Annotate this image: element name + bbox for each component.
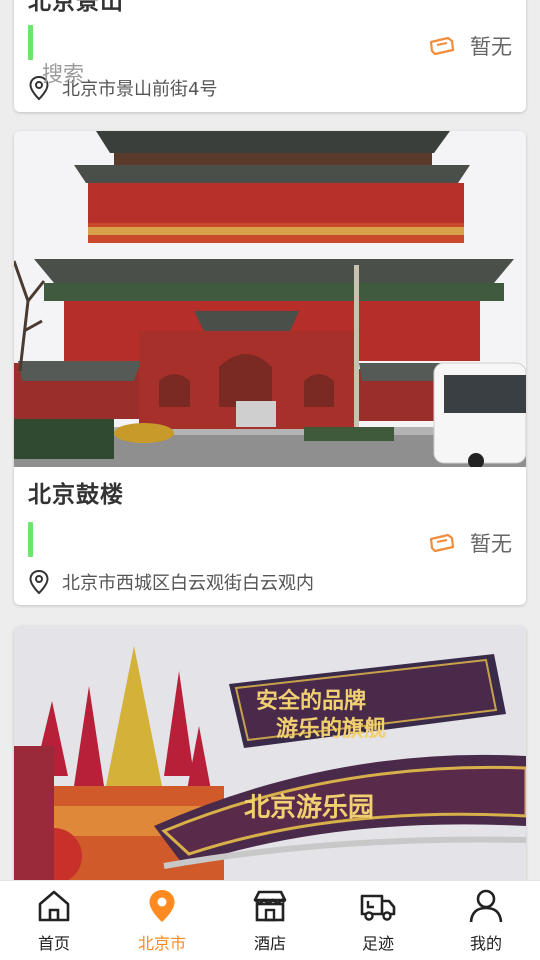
ticket-price: 暂无 <box>428 31 512 61</box>
nav-footprint[interactable]: 足迹 <box>324 881 432 960</box>
scenic-photo <box>14 131 526 467</box>
address-row: 北京市西城区白云观街白云观内 <box>28 569 314 595</box>
nav-city[interactable]: 北京市 <box>108 881 216 960</box>
nav-home[interactable]: 首页 <box>0 881 108 960</box>
scenic-card[interactable]: 北京鼓楼 暂无 北京市西城区白云观街白云观内 <box>14 131 526 605</box>
nav-label: 足迹 <box>361 934 394 953</box>
ticket-icon <box>429 36 455 56</box>
address-text: 北京市西城区白云观街白云观内 <box>62 573 314 594</box>
nav-mine[interactable]: 我的 <box>432 881 540 960</box>
store-icon <box>253 890 287 922</box>
ticket-price-value: 暂无 <box>470 532 512 556</box>
nav-label: 酒店 <box>253 934 286 953</box>
scenic-card[interactable]: 安全的品牌 游乐的旗舰 北京游乐园 <box>14 626 526 896</box>
scenic-title: 北京景山 <box>28 0 124 15</box>
ticket-icon <box>429 533 455 553</box>
nav-label: 我的 <box>469 934 502 953</box>
sign-line-2: 游乐的旗舰 <box>276 716 386 742</box>
user-icon <box>469 889 503 923</box>
scenic-photo: 安全的品牌 游乐的旗舰 北京游乐园 <box>14 626 526 896</box>
green-marker <box>28 522 33 557</box>
scenic-title: 北京鼓楼 <box>28 482 124 508</box>
nav-label: 北京市 <box>137 934 186 953</box>
sign-main: 北京游乐园 <box>244 792 374 823</box>
home-icon <box>38 890 70 922</box>
search-placeholder[interactable]: 搜索 <box>42 58 84 88</box>
address-text: 北京市景山前街4号 <box>62 79 218 100</box>
ticket-price: 暂无 <box>428 528 512 558</box>
nav-label: 首页 <box>37 934 70 953</box>
sign-line-1: 安全的品牌 <box>256 688 366 714</box>
location-icon <box>29 569 49 595</box>
ticket-price-value: 暂无 <box>470 35 512 59</box>
bottom-nav: 首页 北京市 酒店 足迹 我的 <box>0 880 540 960</box>
nav-hotel[interactable]: 酒店 <box>216 881 324 960</box>
green-marker <box>28 25 33 60</box>
location-pin-icon <box>149 890 175 922</box>
scenic-card[interactable]: 北京景山 暂无 北京市景山前街4号 <box>14 0 526 112</box>
truck-icon <box>360 894 396 921</box>
